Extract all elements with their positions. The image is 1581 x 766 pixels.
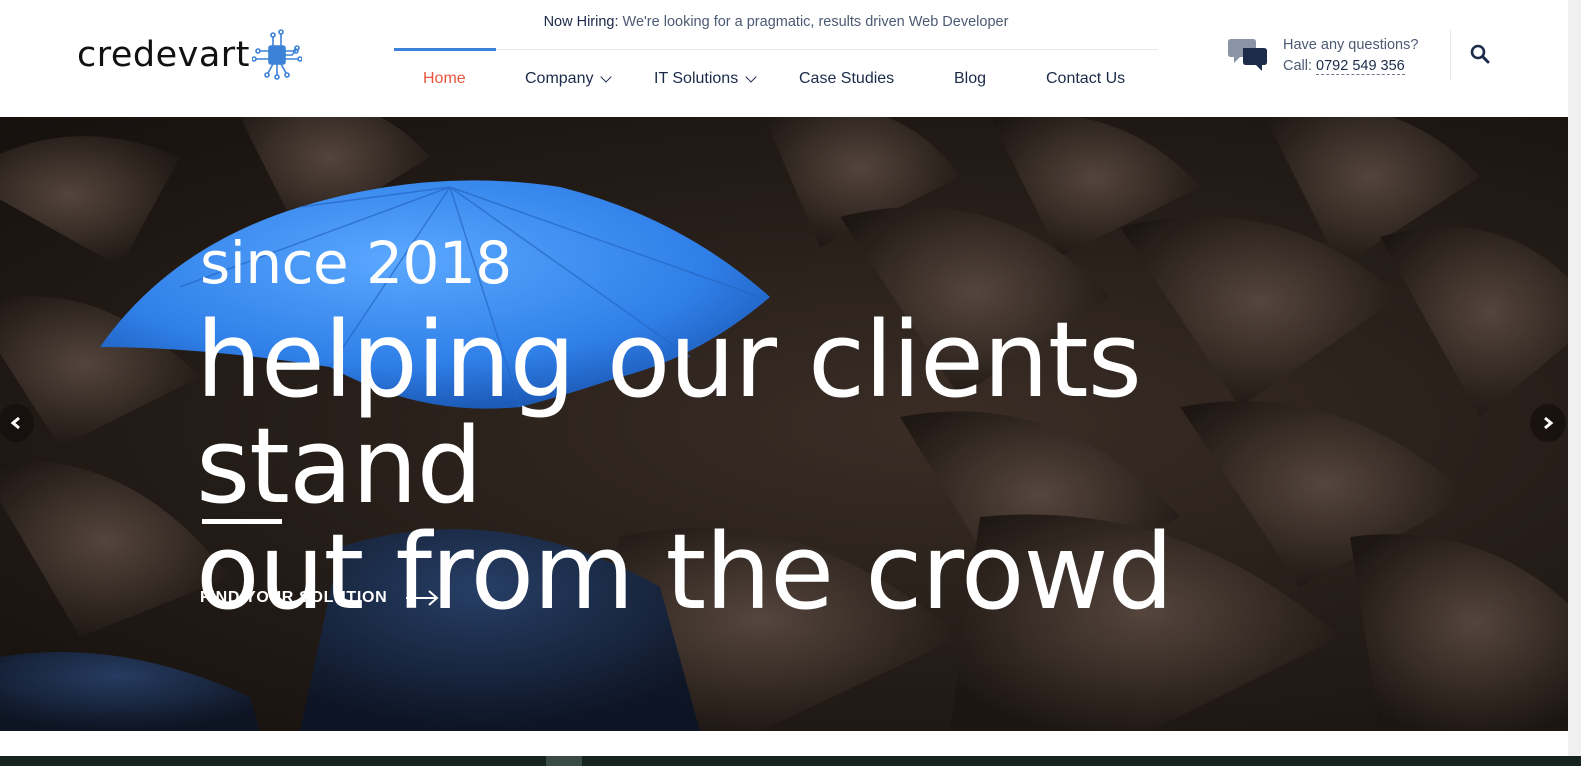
chevron-left-icon — [10, 416, 20, 430]
logo-text: credevart — [77, 34, 250, 75]
header-divider — [1450, 30, 1451, 80]
nav-item-label: Contact Us — [1046, 70, 1126, 87]
find-solution-button[interactable]: FIND YOUR SOLUTION — [200, 589, 439, 607]
cta-label: FIND YOUR SOLUTION — [200, 589, 388, 606]
hiring-announcement[interactable]: Now Hiring: We're looking for a pragmati… — [394, 14, 1158, 30]
arrow-right-icon — [406, 590, 439, 606]
call-label: Call: — [1283, 58, 1313, 74]
circuit-chip-icon — [251, 29, 302, 80]
hero-subtitle: since 2018 — [200, 229, 512, 297]
chat-bubbles-icon — [1228, 39, 1267, 71]
contact-question: Have any questions? — [1283, 37, 1419, 53]
chevron-right-icon — [1544, 416, 1554, 430]
hiring-text: We're looking for a pragmatic, results d… — [622, 14, 1009, 30]
site-logo[interactable]: credevart — [77, 28, 302, 82]
nav-item-blog[interactable]: Blog — [954, 70, 986, 88]
nav-item-label: Blog — [954, 70, 987, 87]
next-section-edge — [0, 756, 1581, 766]
hero-title: helping our clients stand out from the c… — [196, 307, 1396, 625]
nav-item-company[interactable]: Company — [525, 70, 613, 88]
hero-title-line: helping our clients stand — [196, 299, 1142, 527]
hero-title-underline — [202, 519, 282, 524]
search-icon[interactable] — [1470, 44, 1490, 64]
next-section-marker — [546, 756, 582, 766]
chevron-down-icon — [745, 70, 757, 83]
nav-item-contact-us[interactable]: Contact Us — [1046, 70, 1125, 88]
nav-item-label: Company — [525, 70, 594, 87]
nav-item-it-solutions[interactable]: IT Solutions — [654, 70, 757, 88]
nav-item-label: IT Solutions — [654, 70, 739, 87]
chevron-down-icon — [600, 70, 613, 83]
nav-item-label: Home — [423, 70, 466, 87]
hiring-label: Now Hiring: — [543, 14, 619, 30]
nav-item-case-studies[interactable]: Case Studies — [799, 70, 894, 88]
hero-title-line: out from the crowd — [196, 511, 1174, 633]
site-header: credevart Now Hiring: We're looking for … — [0, 0, 1581, 117]
nav-divider — [394, 49, 1158, 50]
main-nav: Home Company IT Solutions Case Studies B… — [394, 70, 1158, 98]
contact-info: Have any questions? Call: 0792 549 356 — [1228, 35, 1418, 77]
nav-item-home[interactable]: Home — [423, 70, 466, 88]
slider-next-button[interactable] — [1530, 404, 1566, 442]
phone-link[interactable]: 0792 549 356 — [1316, 58, 1405, 75]
nav-active-indicator — [394, 48, 496, 51]
nav-item-label: Case Studies — [799, 70, 895, 87]
page-scroll-gutter — [1568, 0, 1581, 766]
hero-slider: since 2018 helping our clients stand out… — [0, 117, 1568, 731]
